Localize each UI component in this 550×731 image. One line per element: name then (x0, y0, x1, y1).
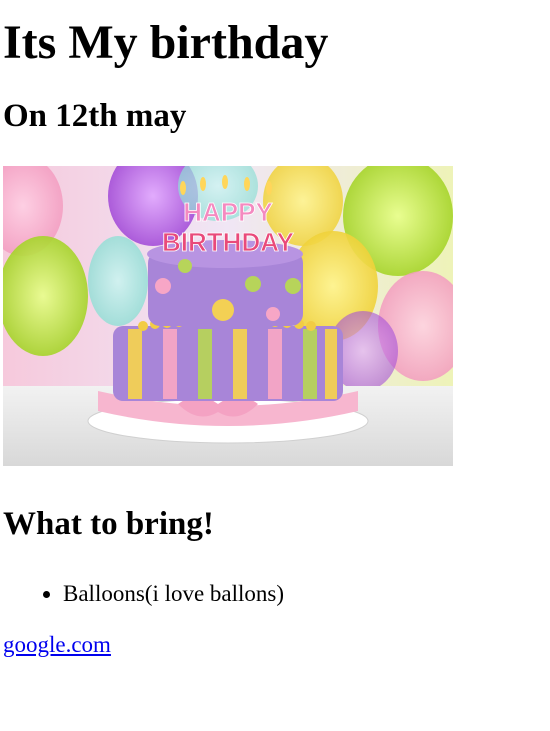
bring-list: Balloons(i love ballons) (3, 580, 550, 608)
google-link[interactable]: google.com (3, 631, 111, 659)
bring-heading: What to bring! (3, 506, 214, 542)
candle-text-happy: HAPPY (183, 197, 273, 227)
page: Its My birthday On 12th may HAPPY BIRTHD… (0, 14, 550, 659)
birthday-date: On 12th may (3, 98, 187, 134)
page-title: Its My birthday (3, 16, 329, 69)
birthday-cake-image: HAPPY BIRTHDAY (3, 166, 453, 466)
list-item: Balloons(i love ballons) (63, 580, 550, 608)
candle-text-birthday: BIRTHDAY (162, 227, 294, 257)
